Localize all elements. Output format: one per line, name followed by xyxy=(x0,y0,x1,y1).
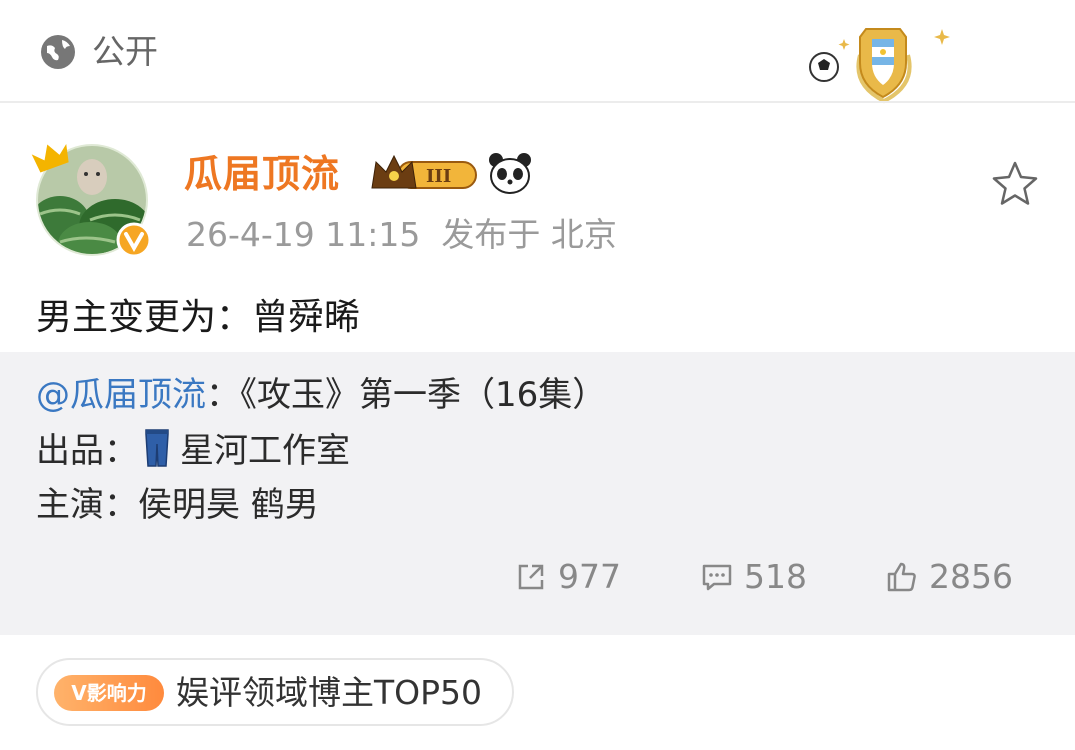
visibility-label[interactable]: 公开 xyxy=(92,28,158,76)
repost-count: 977 xyxy=(558,557,621,596)
post-meta: 26-4-19 11:15 发布于 北京 xyxy=(186,210,617,260)
share-icon xyxy=(518,564,544,590)
producer-label: 出品： xyxy=(36,431,138,471)
post-timestamp: 26-4-19 11:15 xyxy=(186,215,421,254)
level-text: III xyxy=(426,166,451,187)
mention-link[interactable]: @瓜届顶流 xyxy=(36,375,206,415)
divider xyxy=(0,101,1075,103)
like-count: 2856 xyxy=(929,557,1013,596)
producer-value: 星河工作室 xyxy=(180,431,350,471)
argentina-football-badge-icon xyxy=(809,28,950,104)
favorite-star-icon[interactable] xyxy=(990,158,1040,208)
cast-line: 主演：侯明昊 鹤男 xyxy=(36,480,319,530)
comment-count: 518 xyxy=(744,557,807,596)
repost-count-button[interactable]: 977 xyxy=(514,553,621,601)
like-count-button[interactable]: 2856 xyxy=(885,553,1013,601)
repost-title: ：《攻玉》第一季（16集） xyxy=(206,375,607,415)
thumbs-up-icon xyxy=(887,562,916,592)
influence-text: 娱评领域博主TOP50 xyxy=(176,673,483,712)
avatar[interactable] xyxy=(30,122,160,262)
crown-level-badge-icon: III xyxy=(371,154,477,189)
influence-tag: V影响力 xyxy=(54,675,164,711)
post-location: 发布于 北京 xyxy=(441,215,617,254)
cast-value: 侯明昊 鹤男 xyxy=(138,485,319,525)
author-name[interactable]: 瓜届顶流 xyxy=(184,148,340,200)
panda-icon xyxy=(489,153,531,194)
comment-count-button[interactable]: 518 xyxy=(700,553,807,601)
post-text: 男主变更为：曾舜晞 xyxy=(36,297,361,338)
cast-label: 主演： xyxy=(36,485,138,525)
globe-icon xyxy=(41,35,75,69)
jeans-icon xyxy=(145,429,169,467)
repost-title-line: @瓜届顶流：《攻玉》第一季（16集） xyxy=(36,370,606,420)
comment-icon xyxy=(702,564,732,591)
producer-line: 出品： 星河工作室 xyxy=(36,426,350,476)
